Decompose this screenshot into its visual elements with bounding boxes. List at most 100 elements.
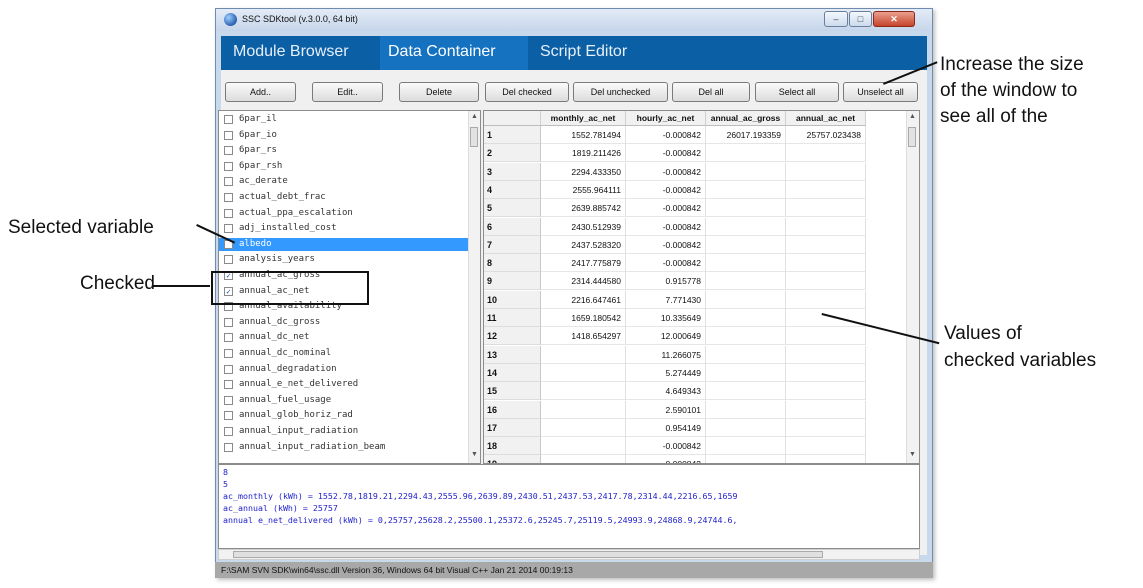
grid-cell[interactable]	[786, 327, 866, 346]
grid-cell[interactable]	[786, 144, 866, 163]
scrollbar-thumb[interactable]	[908, 127, 916, 147]
variable-checkbox[interactable]	[224, 364, 233, 374]
grid-cell[interactable]	[706, 180, 786, 199]
variable-checkbox[interactable]	[224, 442, 233, 452]
grid-cell[interactable]	[706, 162, 786, 181]
variable-checkbox[interactable]	[224, 193, 233, 202]
grid-cell[interactable]: 1418.654297	[541, 327, 626, 346]
grid-cell[interactable]: -0.000842	[626, 235, 706, 254]
del-checked-button[interactable]: Del checked	[485, 82, 569, 102]
row-header[interactable]: 3	[484, 162, 541, 181]
row-header[interactable]: 4	[484, 180, 541, 199]
grid-cell[interactable]	[706, 437, 786, 456]
grid-cell[interactable]	[786, 455, 866, 463]
variable-item[interactable]: annual_glob_horiz_rad	[219, 409, 469, 422]
grid-cell[interactable]	[541, 455, 626, 463]
variable-item[interactable]: annual_dc_gross	[219, 316, 469, 329]
grid-cell[interactable]: -0.000842	[626, 162, 706, 181]
variable-item[interactable]: analysis_years	[219, 253, 469, 266]
variable-item[interactable]: adj_installed_cost	[219, 222, 469, 235]
del-all-button[interactable]: Del all	[672, 82, 750, 102]
variable-item[interactable]: annual_input_radiation	[219, 425, 469, 438]
row-header[interactable]: 19	[484, 455, 541, 463]
grid-cell[interactable]	[541, 345, 626, 364]
grid-cell[interactable]	[786, 199, 866, 218]
grid-cell[interactable]	[786, 254, 866, 273]
row-header[interactable]: 6	[484, 217, 541, 236]
variable-checkbox[interactable]	[224, 395, 233, 405]
row-header[interactable]: 14	[484, 363, 541, 382]
column-header[interactable]: monthly_ac_net	[541, 111, 626, 126]
data-grid[interactable]: monthly_ac_net hourly_ac_net annual_ac_g…	[483, 110, 920, 464]
grid-cell[interactable]	[786, 309, 866, 327]
grid-cell[interactable]: 12.000649	[626, 327, 706, 346]
variable-item[interactable]: actual_ppa_escalation	[219, 207, 469, 220]
grid-cell[interactable]	[706, 345, 786, 364]
grid-cell[interactable]	[706, 290, 786, 309]
variable-item[interactable]: annual_e_net_delivered	[219, 378, 469, 391]
grid-cell[interactable]: 2314.444580	[541, 272, 626, 291]
grid-cell[interactable]	[706, 363, 786, 382]
grid-cell[interactable]	[706, 418, 786, 437]
minimize-button[interactable]: –	[824, 11, 848, 27]
grid-cell[interactable]	[786, 382, 866, 401]
grid-cell[interactable]	[541, 437, 626, 456]
delete-button[interactable]: Delete	[399, 82, 479, 102]
grid-cell[interactable]	[786, 180, 866, 199]
grid-cell[interactable]: 2437.528320	[541, 235, 626, 254]
grid-cell[interactable]: 2430.512939	[541, 217, 626, 236]
scrollbar-thumb[interactable]	[233, 551, 823, 558]
row-header[interactable]: 17	[484, 418, 541, 437]
row-header[interactable]: 11	[484, 309, 541, 327]
grid-cell[interactable]: -0.000842	[626, 126, 706, 144]
grid-cell[interactable]: 4.649343	[626, 382, 706, 401]
grid-cell[interactable]: -0.000842	[626, 217, 706, 236]
grid-cell[interactable]: 5.274449	[626, 363, 706, 382]
grid-cell[interactable]	[786, 290, 866, 309]
grid-cell[interactable]	[786, 363, 866, 382]
variable-item[interactable]: ac_derate	[219, 175, 469, 188]
grid-cell[interactable]: -0.000842	[626, 437, 706, 456]
grid-cell[interactable]: 7.771430	[626, 290, 706, 309]
variable-checkbox[interactable]	[224, 255, 233, 265]
variable-item[interactable]: albedo	[219, 237, 469, 251]
tab-script-editor[interactable]: Script Editor	[540, 43, 627, 61]
grid-cell[interactable]	[541, 382, 626, 401]
grid-cell[interactable]	[786, 418, 866, 437]
grid-cell[interactable]	[706, 217, 786, 236]
column-header[interactable]: annual_ac_net	[786, 111, 866, 126]
variable-item[interactable]: 6par_il	[219, 113, 469, 126]
grid-cell[interactable]	[786, 345, 866, 364]
row-header[interactable]: 13	[484, 345, 541, 364]
grid-cell[interactable]: 25757.023438	[786, 126, 866, 144]
variable-item[interactable]: annual_degradation	[219, 363, 469, 376]
grid-cell[interactable]: 26017.193359	[706, 126, 786, 144]
row-header[interactable]: 1	[484, 126, 541, 144]
scroll-down-arrow-icon[interactable]: ▼	[908, 451, 917, 458]
grid-cell[interactable]	[786, 272, 866, 291]
variable-item[interactable]: annual_input_radiation_beam	[219, 441, 469, 454]
grid-cell[interactable]: 2.590101	[626, 400, 706, 419]
grid-cell[interactable]: 10.335649	[626, 309, 706, 327]
variable-item[interactable]: annual_dc_nominal	[219, 347, 469, 360]
row-header[interactable]: 2	[484, 144, 541, 163]
column-header[interactable]: annual_ac_gross	[706, 111, 786, 126]
row-header[interactable]: 9	[484, 272, 541, 291]
variable-item[interactable]: 6par_io	[219, 129, 469, 142]
grid-cell[interactable]: -0.000842	[626, 254, 706, 273]
grid-cell[interactable]	[786, 437, 866, 456]
grid-cell[interactable]: 1659.180542	[541, 309, 626, 327]
column-header[interactable]: hourly_ac_net	[626, 111, 706, 126]
grid-cell[interactable]	[786, 400, 866, 419]
variable-checkbox[interactable]	[224, 161, 233, 171]
variable-checkbox[interactable]	[224, 427, 233, 436]
grid-cell[interactable]	[541, 418, 626, 437]
tab-data-container[interactable]: Data Container	[388, 43, 496, 61]
grid-cell[interactable]: 2555.964111	[541, 180, 626, 199]
output-console[interactable]: 8 5 ac_monthly (kWh) = 1552.78,1819.21,2…	[218, 464, 920, 549]
edit-button[interactable]: Edit..	[312, 82, 383, 102]
grid-cell[interactable]	[706, 144, 786, 163]
grid-cell[interactable]: 1552.781494	[541, 126, 626, 144]
grid-cell[interactable]: 11.266075	[626, 345, 706, 364]
grid-cell[interactable]	[706, 309, 786, 327]
